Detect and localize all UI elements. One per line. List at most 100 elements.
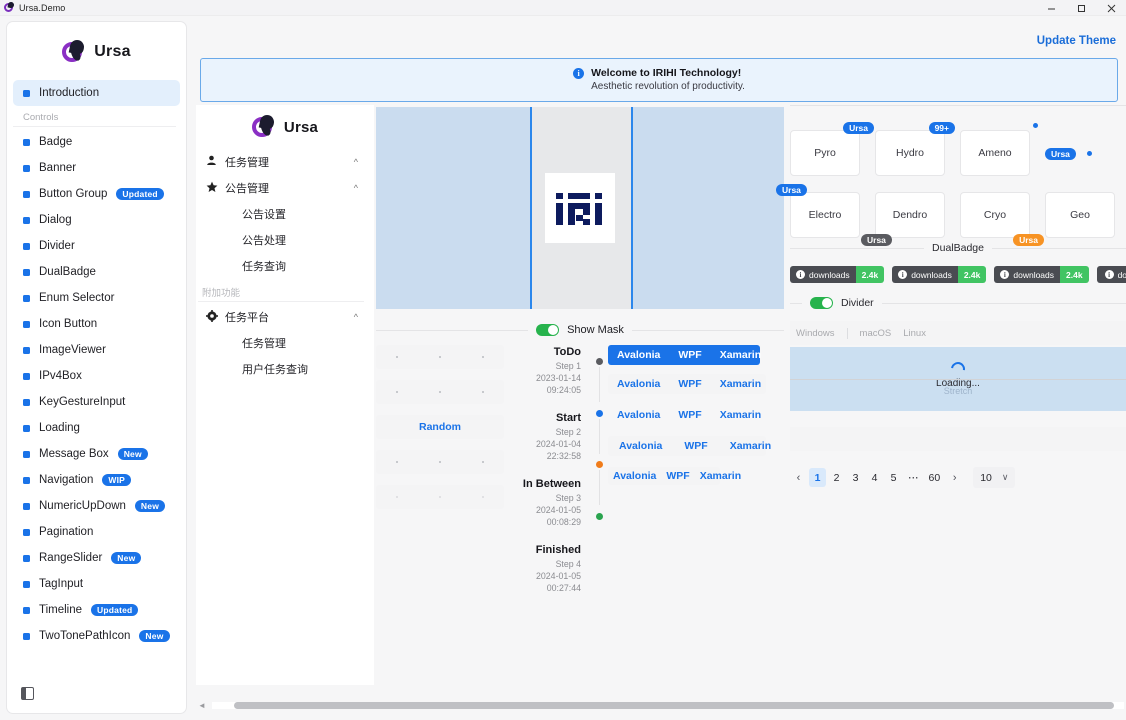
tag-item[interactable]: WPF	[673, 436, 718, 456]
pagination-page[interactable]: 60	[925, 468, 945, 487]
tag-item[interactable]: Xamarin	[711, 405, 770, 425]
badge-cell[interactable]: Cryo Ursa	[960, 192, 1030, 238]
button-group[interactable]	[376, 485, 504, 509]
navdemo-item-label: 任务平台	[225, 309, 354, 325]
tag-item[interactable]: WPF	[661, 467, 694, 485]
sidebar-item-ipv4box[interactable]: IPv4Box	[13, 363, 180, 389]
sidebar-item-navigation[interactable]: NavigationWIP	[13, 467, 180, 493]
pagination-page[interactable]: 2	[828, 468, 845, 487]
navdemo-sub-item[interactable]: 用户任务查询	[196, 356, 374, 382]
tab-linux[interactable]: Linux	[903, 328, 926, 339]
maximize-icon[interactable]	[1066, 0, 1096, 16]
close-icon[interactable]	[1096, 0, 1126, 16]
tag-item[interactable]: Xamarin	[719, 436, 782, 456]
button-group[interactable]	[376, 345, 504, 369]
horizontal-scrollbar[interactable]: ◄	[196, 698, 1124, 712]
badge-cell[interactable]: Electro Ursa	[790, 192, 860, 238]
badge-cell[interactable]: Geo Ursa	[1045, 192, 1115, 238]
sidebar-item-divider[interactable]: Divider	[13, 233, 180, 259]
tag-item[interactable]: Xamarin	[711, 345, 770, 365]
sidebar-item-imageviewer[interactable]: ImageViewer	[13, 337, 180, 363]
show-mask-toggle[interactable]	[536, 324, 559, 336]
tag-item[interactable]: Avalonia	[608, 405, 669, 425]
button-group[interactable]: Random	[376, 415, 504, 439]
sidebar-item-button-group[interactable]: Button GroupUpdated	[13, 181, 180, 207]
tag-row[interactable]: AvaloniaWPFXamarin	[608, 405, 766, 425]
scroll-left-icon[interactable]: ◄	[196, 701, 208, 710]
pagination-ellipsis[interactable]: ⋯	[904, 468, 923, 487]
sidebar-item-keygestureinput[interactable]: KeyGestureInput	[13, 389, 180, 415]
person-icon	[204, 155, 219, 169]
tag-item[interactable]: Xamarin	[695, 467, 746, 485]
badge-cell[interactable]: Pyro Ursa	[790, 130, 860, 176]
minimize-icon[interactable]	[1036, 0, 1066, 16]
button-group[interactable]	[376, 380, 504, 404]
badge-label: Electro	[790, 192, 860, 238]
badge-cell[interactable]: Dendro Ursa	[875, 192, 945, 238]
sidebar-item-enum-selector[interactable]: Enum Selector	[13, 285, 180, 311]
navdemo-parent-item[interactable]: 公告管理^	[196, 175, 374, 201]
sidebar-brand: Ursa	[7, 28, 186, 76]
navdemo-sub-item[interactable]: 公告处理	[196, 227, 374, 253]
pagination-page[interactable]: 1	[809, 468, 826, 487]
tab-windows[interactable]: Windows	[796, 328, 835, 339]
button-group[interactable]	[376, 450, 504, 474]
sidebar-item-message-box[interactable]: Message BoxNew	[13, 441, 180, 467]
tab-macos[interactable]: macOS	[860, 328, 892, 339]
tag-item[interactable]: Avalonia	[608, 436, 673, 456]
tag-item[interactable]: Avalonia	[608, 374, 669, 394]
tag-item[interactable]: WPF	[669, 405, 710, 425]
pagination-page[interactable]: 4	[866, 468, 883, 487]
sidebar-item-dialog[interactable]: Dialog	[13, 207, 180, 233]
pagination-next[interactable]: ›	[946, 468, 963, 487]
badge-cell[interactable]: Ameno	[960, 130, 1030, 176]
sidebar-item-twotonepathicon[interactable]: TwoTonePathIconNew	[13, 623, 180, 649]
divider-toggle[interactable]	[810, 297, 833, 309]
panel-toggle-icon[interactable]	[21, 687, 34, 700]
sidebar-item-dualbadge[interactable]: DualBadge	[13, 259, 180, 285]
tag-item[interactable]: WPF	[669, 374, 710, 394]
image-viewer[interactable]	[376, 107, 784, 309]
star-icon	[204, 181, 219, 196]
dual-badge[interactable]: idownloads2.4k	[892, 266, 986, 283]
sidebar-item-numericupdown[interactable]: NumericUpDownNew	[13, 493, 180, 519]
chevron-up-icon[interactable]: ^	[354, 183, 358, 193]
tag-row[interactable]: AvaloniaWPFXamarin	[608, 467, 720, 485]
navdemo-sub-item[interactable]: 任务查询	[196, 253, 374, 279]
sidebar-item-rangeslider[interactable]: RangeSliderNew	[13, 545, 180, 571]
tag-item[interactable]: Xamarin	[711, 374, 770, 394]
sidebar-item-introduction[interactable]: Introduction	[13, 80, 180, 106]
badge-cell-standalone[interactable]: Ursa	[1045, 130, 1105, 176]
chevron-up-icon[interactable]: ^	[354, 312, 358, 322]
page-size-select[interactable]: 10∨	[973, 467, 1015, 488]
tag-row[interactable]: AvaloniaWPFXamarin	[608, 345, 760, 365]
sidebar-item-loading[interactable]: Loading	[13, 415, 180, 441]
sidebar-item-icon-button[interactable]: Icon Button	[13, 311, 180, 337]
tag-item[interactable]: Avalonia	[608, 467, 661, 485]
dual-badge[interactable]: idownloads2.4k	[994, 266, 1088, 283]
pagination-prev[interactable]: ‹	[790, 468, 807, 487]
sidebar-item-banner[interactable]: Banner	[13, 155, 180, 181]
sidebar-item-badge[interactable]: Badge	[13, 129, 180, 155]
navdemo-parent-item[interactable]: 任务平台^	[196, 304, 374, 330]
sidebar-item-timeline[interactable]: TimelineUpdated	[13, 597, 180, 623]
sidebar-item-taginput[interactable]: TagInput	[13, 571, 180, 597]
tag-row[interactable]: AvaloniaWPFXamarin	[608, 374, 766, 394]
pagination-page[interactable]: 3	[847, 468, 864, 487]
dual-badge[interactable]: idownloads2.4k	[790, 266, 884, 283]
pagination-page[interactable]: 5	[885, 468, 902, 487]
scroll-track[interactable]	[212, 702, 1124, 709]
tag-row[interactable]: AvaloniaWPFXamarin	[608, 436, 766, 456]
sidebar-item-pagination[interactable]: Pagination	[13, 519, 180, 545]
badge-cell[interactable]: Hydro 99+	[875, 130, 945, 176]
navdemo-sub-item[interactable]: 任务管理	[196, 330, 374, 356]
scroll-thumb[interactable]	[234, 702, 1114, 709]
timeline-step-number: Step 2	[506, 426, 581, 438]
navdemo-sub-item[interactable]: 公告设置	[196, 201, 374, 227]
navdemo-parent-item[interactable]: 任务管理^	[196, 149, 374, 175]
update-theme-button[interactable]: Update Theme	[1033, 33, 1120, 49]
tag-item[interactable]: WPF	[669, 345, 710, 365]
dual-badge[interactable]: idownload	[1097, 266, 1126, 283]
chevron-up-icon[interactable]: ^	[354, 157, 358, 167]
tag-item[interactable]: Avalonia	[608, 345, 669, 365]
